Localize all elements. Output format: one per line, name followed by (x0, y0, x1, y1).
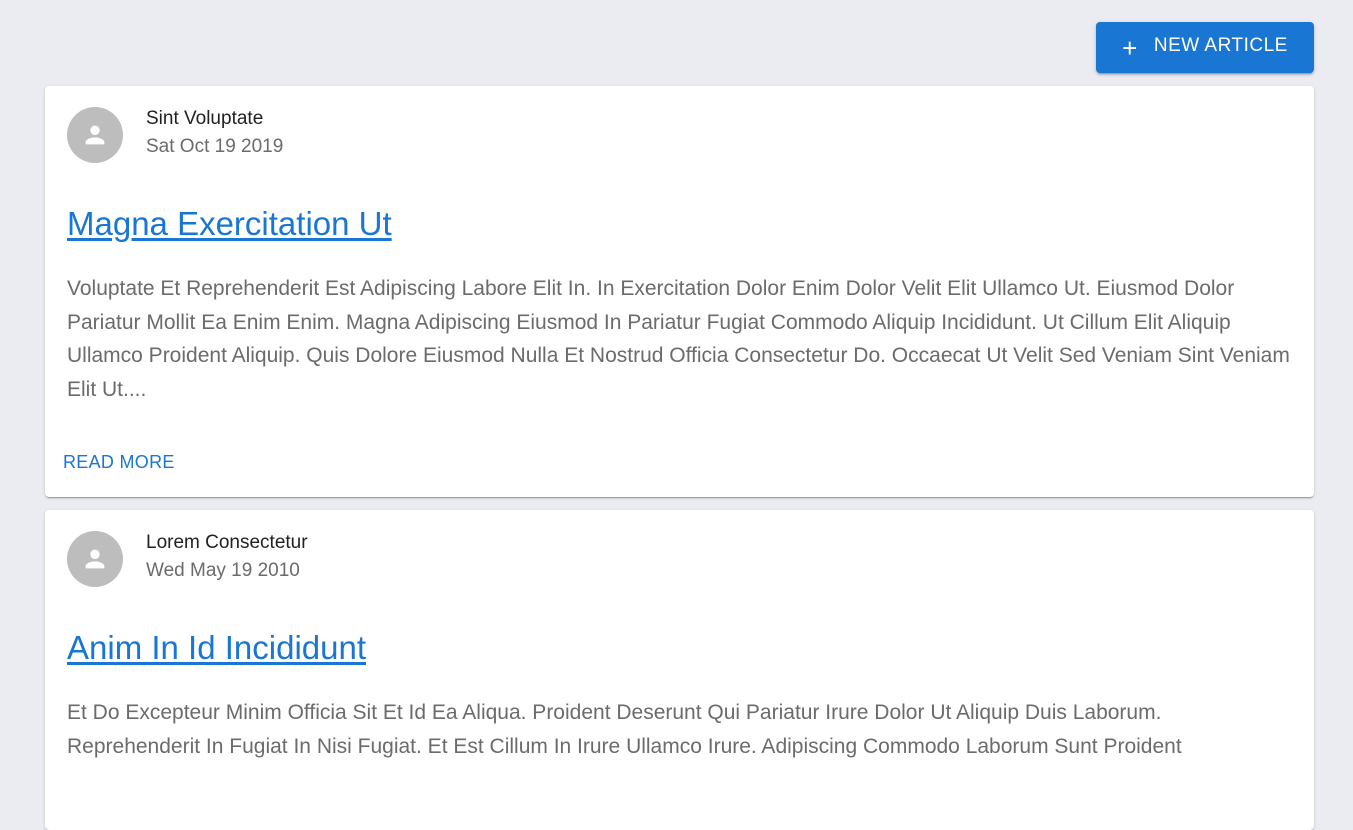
article-excerpt: Et Do Excepteur Minim Officia Sit Et Id … (67, 701, 1182, 758)
article-title-link[interactable]: Magna Exercitation Ut (67, 205, 392, 243)
new-article-label: NEW ARTICLE (1153, 35, 1288, 56)
toolbar: + NEW ARTICLE (0, 0, 1353, 86)
article-card: Lorem Consectetur Wed May 19 2010 Anim I… (45, 510, 1314, 830)
article-author: Lorem Consectetur (146, 532, 308, 553)
new-article-button[interactable]: + NEW ARTICLE (1096, 22, 1314, 73)
article-card: Sint Voluptate Sat Oct 19 2019 Magna Exe… (45, 86, 1314, 497)
avatar (67, 107, 123, 163)
person-icon (85, 549, 105, 569)
article-title-link[interactable]: Anim In Id Incididunt (67, 629, 366, 667)
person-icon (85, 125, 105, 145)
avatar (67, 531, 123, 587)
article-date: Sat Oct 19 2019 (146, 136, 284, 157)
article-excerpt: Voluptate Et Reprehenderit Est Adipiscin… (67, 277, 1290, 401)
article-author: Sint Voluptate (146, 108, 264, 129)
plus-icon: + (1122, 33, 1138, 63)
read-more-button[interactable]: READ MORE (63, 452, 175, 473)
article-date: Wed May 19 2010 (146, 560, 300, 581)
